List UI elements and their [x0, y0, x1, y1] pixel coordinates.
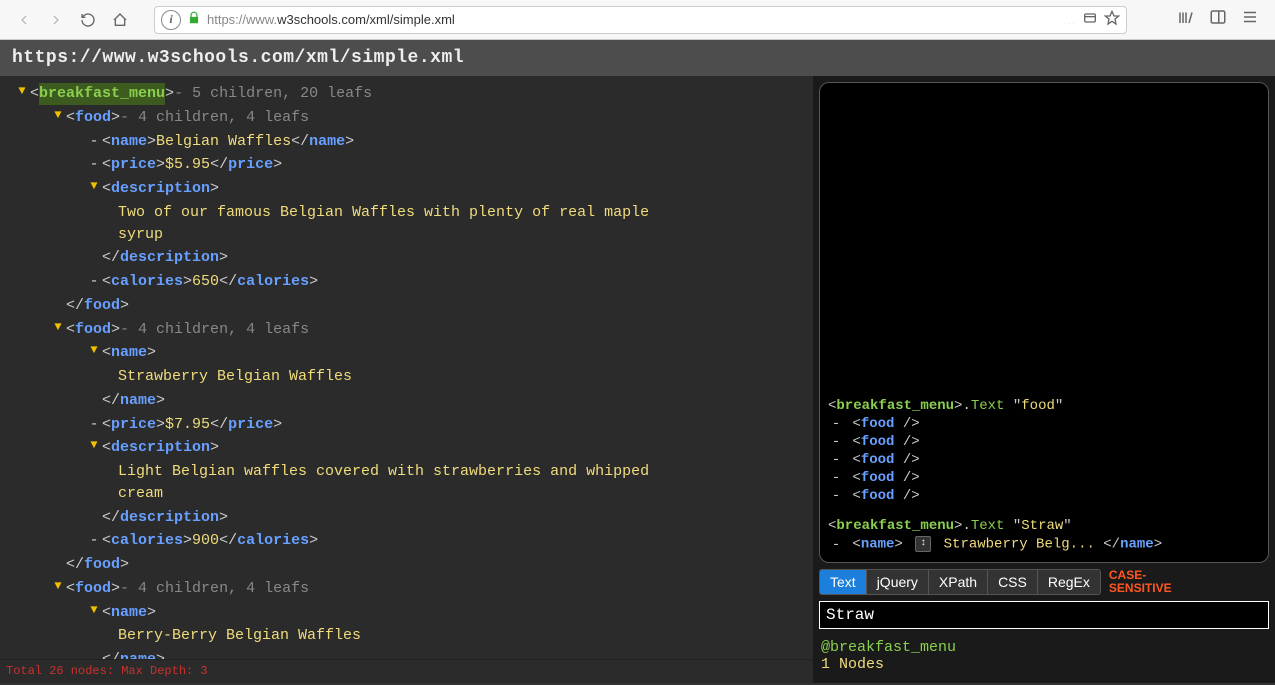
toggle-icon[interactable]: ▼: [14, 83, 30, 100]
result-item[interactable]: - <food />: [828, 451, 1260, 469]
result-item[interactable]: - <food />: [828, 487, 1260, 505]
search-panel: <breakfast_menu>.Text "food" - <food />-…: [813, 76, 1275, 683]
tab-xpath[interactable]: XPath: [929, 570, 988, 594]
tag-food: food: [75, 319, 111, 341]
search-input[interactable]: [819, 601, 1269, 629]
menu-icon[interactable]: [1241, 8, 1259, 31]
star-icon[interactable]: [1104, 10, 1120, 29]
search-tabs: TextjQueryXPathCSSRegEx: [819, 569, 1101, 595]
tag-calories: calories: [111, 271, 183, 293]
tab-regex[interactable]: RegEx: [1038, 570, 1100, 594]
result-header: <breakfast_menu>.Text "Straw": [828, 517, 1260, 535]
tab-text[interactable]: Text: [820, 570, 867, 594]
lock-icon: [187, 11, 201, 28]
nav-buttons: [10, 6, 134, 34]
toggle-icon[interactable]: ▼: [86, 602, 102, 619]
result-item[interactable]: - <name> ↕ Strawberry Belg... </name>: [828, 535, 1260, 554]
tab-css[interactable]: CSS: [988, 570, 1038, 594]
url-bar[interactable]: i https://www.w3schools.com/xml/simple.x…: [154, 6, 1127, 34]
results-box: <breakfast_menu>.Text "food" - <food />-…: [819, 82, 1269, 563]
tag-food: food: [75, 107, 111, 129]
xml-tree-panel: ▼ <breakfast_menu> - 5 children, 20 leaf…: [0, 76, 813, 683]
result-header: <breakfast_menu>.Text "food": [828, 397, 1260, 415]
toggle-icon[interactable]: ▼: [50, 107, 66, 124]
result-item[interactable]: - <food />: [828, 469, 1260, 487]
forward-button[interactable]: [42, 6, 70, 34]
toggle-icon[interactable]: ▼: [86, 342, 102, 359]
result-item[interactable]: - <food />: [828, 433, 1260, 451]
reload-button[interactable]: [74, 6, 102, 34]
right-icons: [1177, 8, 1259, 31]
tag-name: name: [111, 131, 147, 153]
url-text: https://www.w3schools.com/xml/simple.xml: [207, 12, 1057, 27]
toggle-icon[interactable]: ▼: [86, 437, 102, 454]
tag-food: food: [75, 578, 111, 600]
sidebar-icon[interactable]: [1209, 8, 1227, 31]
match-icon: ↕: [915, 536, 931, 552]
result-item[interactable]: - <food />: [828, 415, 1260, 433]
tab-jquery[interactable]: jQuery: [867, 570, 929, 594]
info-icon[interactable]: i: [161, 10, 181, 30]
home-button[interactable]: [106, 6, 134, 34]
toggle-icon[interactable]: ▼: [50, 578, 66, 595]
tag-price: price: [111, 154, 156, 176]
library-icon[interactable]: [1177, 8, 1195, 31]
browser-toolbar: i https://www.w3schools.com/xml/simple.x…: [0, 0, 1275, 40]
toggle-icon[interactable]: ▼: [50, 319, 66, 336]
tag-name: name: [111, 602, 147, 624]
ellipsis-icon[interactable]: …: [1063, 12, 1076, 27]
tag-description: description: [111, 437, 210, 459]
toggle-icon[interactable]: ▼: [86, 178, 102, 195]
node-count: @breakfast_menu 1 Nodes: [819, 635, 1269, 677]
back-button[interactable]: [10, 6, 38, 34]
case-sensitive-label[interactable]: CASE-SENSITIVE: [1109, 569, 1172, 595]
status-footer: Total 26 nodes: Max Depth: 3: [0, 659, 813, 683]
shield-icon[interactable]: [1082, 10, 1098, 29]
page-title: https://www.w3schools.com/xml/simple.xml: [0, 40, 1275, 76]
tag-name: name: [111, 342, 147, 364]
tag-description: description: [111, 178, 210, 200]
tag-price: price: [111, 414, 156, 436]
tag-calories: calories: [111, 530, 183, 552]
tag-root: breakfast_menu: [39, 83, 165, 105]
